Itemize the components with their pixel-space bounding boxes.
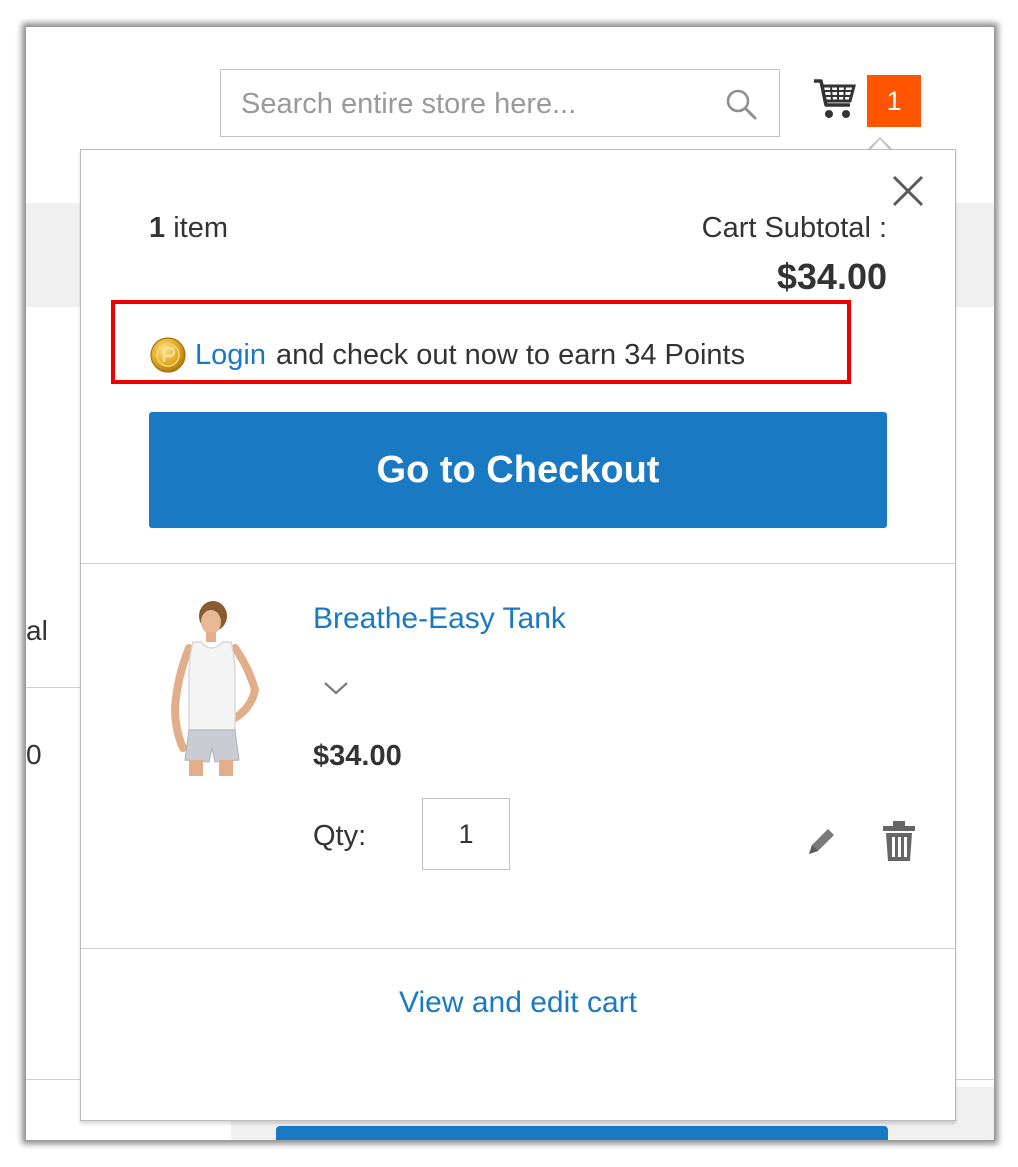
points-message-text: and check out now to earn 34 Points	[275, 338, 746, 371]
product-name-link[interactable]: Breathe-Easy Tank	[313, 602, 566, 636]
qty-input[interactable]	[422, 798, 510, 870]
screenshot-frame: al 0 1 1 item Cart Subtotal : $34.00	[25, 26, 995, 1141]
trash-icon[interactable]	[881, 820, 917, 862]
product-image[interactable]	[131, 598, 271, 778]
background-divider	[26, 687, 86, 688]
close-icon[interactable]	[889, 172, 927, 210]
search-input[interactable]	[241, 84, 711, 124]
divider	[81, 948, 955, 949]
product-price: $34.00	[313, 740, 402, 772]
minicart-dropdown: 1 item Cart Subtotal : $34.00 Login and …	[80, 149, 956, 1121]
background-partial-text: 0	[26, 739, 42, 770]
divider	[81, 563, 955, 564]
login-link[interactable]: Login	[195, 339, 266, 372]
view-and-edit-cart-link[interactable]: View and edit cart	[81, 986, 955, 1020]
subtotal-price: $34.00	[776, 256, 887, 297]
background-button	[276, 1126, 888, 1140]
go-to-checkout-button[interactable]: Go to Checkout	[149, 412, 887, 528]
subtotal-label: Cart Subtotal :	[701, 212, 887, 244]
pencil-icon[interactable]	[803, 824, 839, 860]
points-coin-icon	[150, 337, 186, 373]
chevron-down-icon[interactable]	[321, 678, 351, 698]
search-icon[interactable]	[723, 86, 759, 122]
qty-label: Qty:	[313, 820, 367, 852]
search-box	[220, 69, 780, 137]
reward-points-message: Login and check out now to earn 34 Point…	[149, 336, 745, 374]
background-partial-text: al	[26, 615, 48, 646]
items-count: 1 item	[149, 212, 228, 245]
items-count-label: item	[165, 212, 228, 244]
items-count-number: 1	[149, 212, 166, 244]
cart-icon[interactable]	[812, 77, 858, 121]
cart-count-badge[interactable]: 1	[867, 75, 921, 127]
